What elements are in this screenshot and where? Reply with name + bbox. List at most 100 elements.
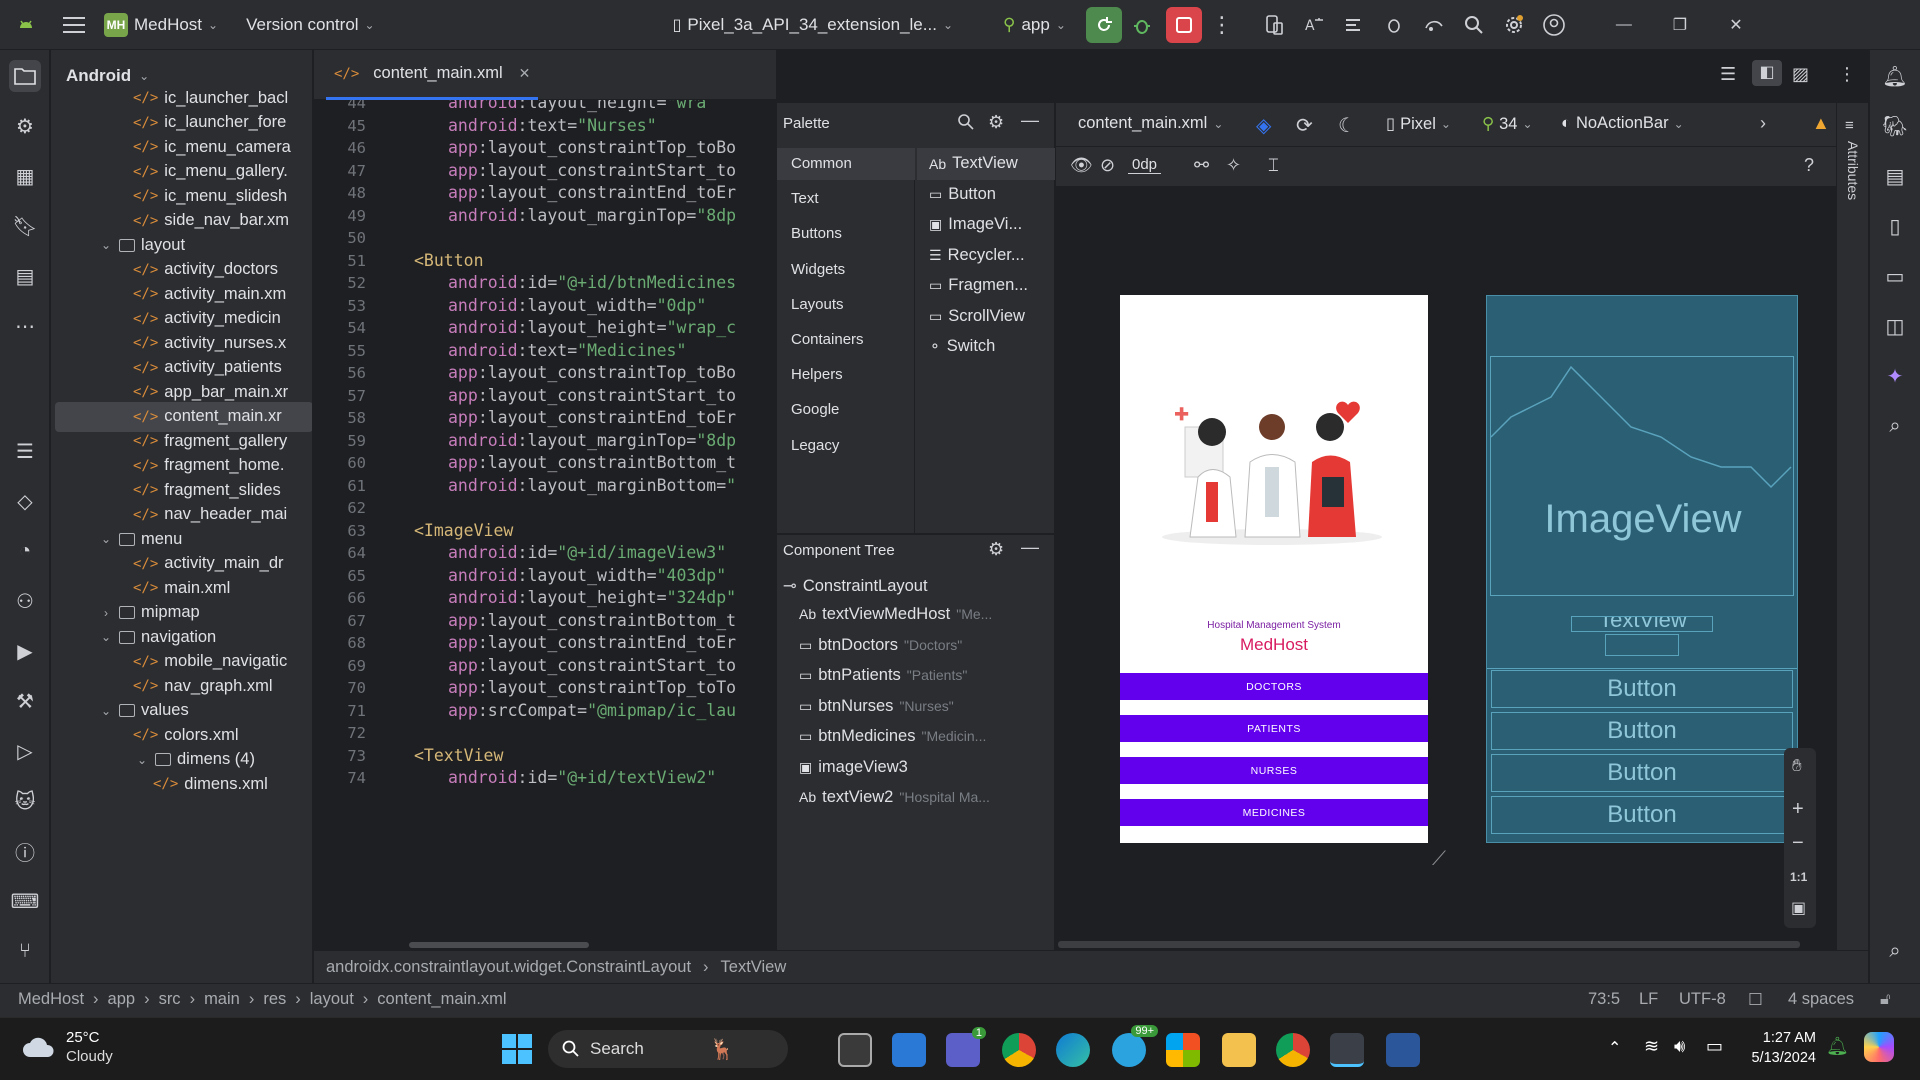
clock[interactable]: 1:27 AM 5/13/2024 — [1746, 1028, 1816, 1068]
problems-icon[interactable]: ⓘ — [9, 835, 41, 867]
split-view-icon[interactable]: ◧ — [1752, 60, 1782, 86]
palette-item[interactable]: ▣ ImageVi... — [929, 215, 1022, 234]
code-line[interactable]: android:layout_marginTop="8dp — [448, 206, 736, 225]
account-icon[interactable] — [1534, 5, 1574, 45]
zoom-actual-size[interactable]: 1:1 — [1790, 870, 1807, 884]
git-icon[interactable]: ⑂ — [9, 935, 41, 967]
component-tree-root[interactable]: ⊸ ConstraintLayout — [783, 576, 928, 596]
palette-category[interactable]: Common — [791, 155, 852, 172]
blueprint-button-1[interactable]: Button — [1491, 670, 1793, 708]
status-path-item[interactable]: MedHost — [18, 990, 84, 1009]
close-window-icon[interactable]: ✕ — [1716, 5, 1756, 45]
code-line[interactable]: android:id="@+id/imageView3" — [448, 543, 726, 562]
main-menu-icon[interactable] — [54, 5, 94, 45]
structure-icon[interactable]: ▦ — [9, 160, 41, 192]
palette-item[interactable]: ▭ Fragmen... — [929, 276, 1028, 295]
focus-bell-icon[interactable]: 🔔︎ — [1826, 1036, 1849, 1057]
gradle-sync-icon[interactable] — [1414, 5, 1454, 45]
palette-item[interactable]: ⚬ Switch — [929, 337, 995, 356]
code-line[interactable]: app:layout_constraintBottom_t — [448, 611, 736, 630]
code-view-icon[interactable]: ☰ — [1720, 64, 1736, 85]
palette-category[interactable]: Widgets — [791, 261, 845, 278]
pan-hand-icon[interactable]: ✋︎ — [1792, 756, 1802, 776]
layout-file-selector[interactable]: content_main.xml ⌄ — [1078, 114, 1223, 133]
tab-content-main[interactable]: </> content_main.xml ✕ — [326, 50, 539, 100]
palette-settings-gear-icon[interactable]: ⚙ — [988, 112, 1004, 133]
orientation-icon[interactable]: ⟳ — [1296, 113, 1313, 138]
code-line[interactable]: android:layout_height="324dp" — [448, 588, 736, 607]
status-path-item[interactable]: src — [159, 990, 181, 1009]
taskbar-search[interactable]: Search 🦌 — [548, 1030, 788, 1068]
find-usages-icon[interactable]: ⌕ — [1879, 935, 1911, 967]
emulator-icon[interactable]: ▭ — [1879, 260, 1911, 292]
api-level-selector[interactable]: ⚲ 34 ⌄ — [1482, 114, 1533, 134]
blueprint-button-2[interactable]: Button — [1491, 712, 1793, 750]
code-line[interactable]: android:layout_height="wra — [448, 100, 706, 112]
guidelines-icon[interactable]: ⌶ — [1268, 155, 1279, 176]
infer-constraints-icon[interactable]: ✧ — [1226, 155, 1241, 176]
build-variants-icon[interactable]: ▤ — [9, 260, 41, 292]
start-button[interactable] — [502, 1034, 532, 1064]
copilot-icon[interactable] — [1864, 1032, 1894, 1062]
blueprint-textview[interactable]: TextView — [1571, 616, 1713, 632]
palette-item[interactable]: ▭ Button — [929, 185, 996, 204]
code-line[interactable]: android:layout_width="0dp" — [448, 296, 706, 315]
device-preview-selector[interactable]: ▯ Pixel ⌄ — [1386, 114, 1451, 134]
rerun-button[interactable] — [1085, 6, 1122, 43]
gemini-sparkle-icon[interactable]: ✦ — [1879, 360, 1911, 392]
code-line[interactable]: android:id="@+id/btnMedicines — [448, 273, 736, 292]
wifi-icon[interactable]: ≋ — [1644, 1036, 1659, 1057]
telegram-icon[interactable]: 99+ — [1112, 1025, 1158, 1067]
running-devices-icon[interactable]: ◫ — [1879, 310, 1911, 342]
design-hscrollbar[interactable] — [1058, 941, 1800, 948]
palette-item[interactable]: ☰ Recycler... — [929, 246, 1025, 265]
gradle-icon[interactable]: 🐘︎ — [1879, 110, 1911, 142]
gem-icon[interactable]: ◇ — [9, 485, 41, 517]
restore-icon[interactable]: ❐ — [1660, 5, 1700, 45]
default-margin-field[interactable]: 0dp — [1128, 156, 1162, 174]
read-only-toggle-icon[interactable]: ☐ — [1748, 990, 1763, 1010]
code-line[interactable]: <TextView — [414, 746, 503, 765]
status-path-item[interactable]: app — [108, 990, 136, 1009]
device-selector[interactable]: ▯ Pixel_3a_API_34_extension_le... ⌄ — [673, 15, 953, 35]
crumb-textview[interactable]: TextView — [721, 958, 787, 977]
logcat-icon[interactable]: 🐱︎ — [9, 785, 41, 817]
medicines-button[interactable]: MEDICINES — [1120, 799, 1428, 826]
palette-search-icon[interactable] — [957, 113, 975, 131]
status-path-item[interactable]: main — [204, 990, 240, 1009]
palette-category[interactable]: Google — [791, 401, 839, 418]
palette-category[interactable]: Text — [791, 190, 819, 207]
crumb-constraintlayout[interactable]: androidx.constraintlayout.widget.Constra… — [326, 958, 691, 977]
word-icon[interactable] — [1386, 1033, 1420, 1067]
bookmarks-icon[interactable]: 🔖︎ — [9, 210, 41, 242]
chevron-right-icon[interactable]: › — [97, 606, 115, 620]
component-tree-row[interactable]: ▭ btnDoctors "Doctors" — [799, 636, 962, 655]
code-line[interactable]: app:layout_constraintStart_to — [448, 656, 736, 675]
profiler-icon[interactable]: ◔ — [9, 535, 41, 567]
zoom-in-icon[interactable]: + — [1792, 798, 1804, 821]
component-tree-row[interactable]: ▭ btnPatients "Patients" — [799, 666, 967, 685]
theme-selector[interactable]: ◐ NoActionBar ⌄ — [1561, 114, 1684, 133]
more-toolbar-chevron-icon[interactable]: › — [1760, 113, 1766, 134]
palette-item[interactable]: Ab TextView — [929, 154, 1018, 173]
run-config-selector[interactable]: ⚲ app ⌄ — [1003, 15, 1066, 35]
app-inspection-icon[interactable]: ⚇ — [9, 585, 41, 617]
line-separator[interactable]: LF — [1639, 990, 1658, 1009]
build-hammer-icon[interactable]: ⚒ — [9, 685, 41, 717]
code-line[interactable]: android:layout_marginTop="8dp — [448, 431, 736, 450]
services-icon[interactable]: ▶ — [9, 635, 41, 667]
code-line[interactable]: app:layout_constraintEnd_toEr — [448, 408, 736, 427]
blueprint-preview[interactable]: ImageView TextView Button Button Button … — [1486, 295, 1798, 843]
blueprint-button-3[interactable]: Button — [1491, 754, 1793, 792]
palette-category[interactable]: Buttons — [791, 225, 842, 242]
code-line[interactable]: app:layout_constraintStart_to — [448, 161, 736, 180]
palette-item[interactable]: ▭ ScrollView — [929, 307, 1025, 326]
code-editor[interactable]: 44 android:layout_height="wra 45 android:te… — [314, 100, 776, 950]
debug-button[interactable] — [1122, 5, 1162, 45]
doctors-button[interactable]: DOCTORS — [1120, 673, 1428, 700]
design-view-icon[interactable]: ▨ — [1792, 64, 1809, 85]
design-mode-icon[interactable]: ◈ — [1256, 113, 1271, 138]
code-line[interactable]: app:layout_constraintEnd_toEr — [448, 633, 736, 652]
android-logo-icon[interactable] — [6, 5, 46, 45]
terminal-icon[interactable]: ⌨ — [9, 885, 41, 917]
